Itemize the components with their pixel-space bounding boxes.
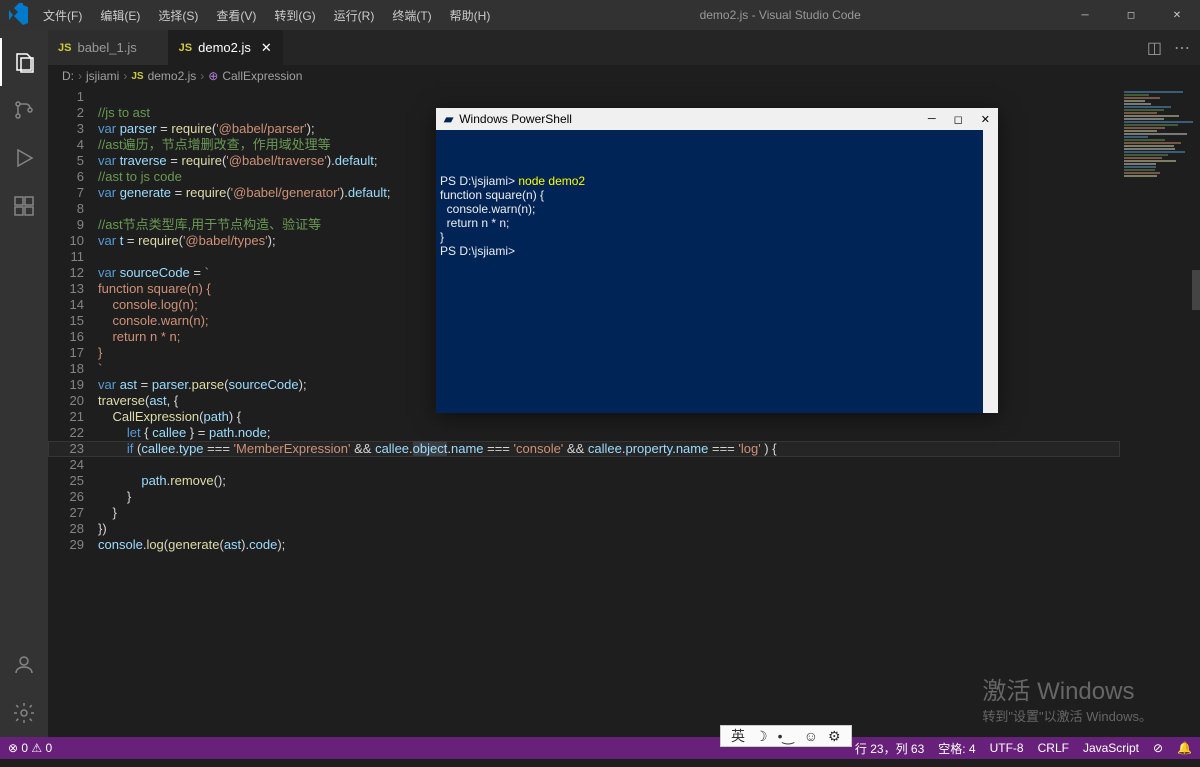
ime-item[interactable]: •‿: [778, 728, 794, 745]
activity-bar: [0, 30, 48, 737]
account-icon[interactable]: [0, 641, 48, 689]
source-control-icon[interactable]: [0, 86, 48, 134]
menu-item[interactable]: 编辑(E): [92, 3, 148, 28]
status-item[interactable]: ⊘: [1153, 741, 1163, 755]
vscode-logo-icon: [0, 3, 35, 27]
run-debug-icon[interactable]: [0, 134, 48, 182]
menu-item[interactable]: 终端(T): [384, 3, 439, 28]
menu-item[interactable]: 选择(S): [150, 3, 206, 28]
status-item[interactable]: JavaScript: [1083, 741, 1139, 755]
minimap[interactable]: [1120, 87, 1200, 737]
line-numbers: 1234567891011121314151617181920212223242…: [48, 87, 98, 737]
more-actions-icon[interactable]: ⋯: [1174, 38, 1190, 58]
status-problems[interactable]: ⊗ 0 ⚠ 0: [8, 741, 52, 755]
status-item[interactable]: 空格: 4: [938, 740, 975, 757]
breadcrumb-item[interactable]: jsjiami: [86, 69, 119, 83]
breadcrumbs[interactable]: D:›jsjiami›JS demo2.js›⊕ CallExpression: [48, 65, 1200, 87]
menu-item[interactable]: 转到(G): [266, 3, 323, 28]
js-file-icon: JS: [179, 42, 192, 54]
ime-item[interactable]: 英: [731, 726, 745, 746]
ps-minimize-button[interactable]: ─: [928, 113, 936, 126]
extensions-icon[interactable]: [0, 182, 48, 230]
status-item[interactable]: UTF-8: [990, 741, 1024, 755]
tab-close-icon[interactable]: ✕: [261, 40, 272, 56]
ime-item[interactable]: ☺: [804, 728, 818, 744]
minimize-button[interactable]: ─: [1062, 0, 1108, 30]
status-item[interactable]: CRLF: [1038, 741, 1069, 755]
settings-gear-icon[interactable]: [0, 689, 48, 737]
scrollbar-thumb[interactable]: [983, 130, 998, 148]
status-bar: ⊗ 0 ⚠ 0 行 23，列 63 空格: 4 UTF-8 CRLF JavaScrip…: [0, 737, 1200, 759]
breadcrumb-item[interactable]: demo2.js: [148, 69, 197, 83]
ime-item[interactable]: ☽: [755, 728, 768, 745]
titlebar: 文件(F)编辑(E)选择(S)查看(V)转到(G)运行(R)终端(T)帮助(H)…: [0, 0, 1200, 30]
editor-tab[interactable]: JS demo2.js ✕: [169, 30, 283, 65]
editor-tabs: JS babel_1.js ✕JS demo2.js ✕ ◫ ⋯: [48, 30, 1200, 65]
ime-toolbar[interactable]: 英 ☽ •‿ ☺ ⚙: [720, 725, 852, 747]
powershell-title: Windows PowerShell: [459, 112, 572, 126]
powershell-terminal[interactable]: PS D:\jsjiami> node demo2function square…: [436, 130, 998, 413]
ps-maximize-button[interactable]: ◻: [954, 113, 963, 126]
breadcrumb-item[interactable]: D:: [62, 69, 74, 83]
window-title: demo2.js - Visual Studio Code: [498, 8, 1062, 22]
ps-close-button[interactable]: ✕: [981, 113, 990, 126]
tab-label: babel_1.js: [77, 40, 136, 55]
editor-tab[interactable]: JSbabel_1.js✕: [48, 30, 169, 65]
files-icon[interactable]: [0, 38, 48, 86]
js-file-icon: JS: [58, 42, 71, 54]
powershell-titlebar[interactable]: ▰ Windows PowerShell ─ ◻ ✕: [436, 108, 998, 130]
menu-item[interactable]: 运行(R): [326, 3, 383, 28]
breadcrumb-item[interactable]: CallExpression: [222, 69, 302, 83]
ime-item[interactable]: ⚙: [828, 728, 841, 745]
menu-item[interactable]: 查看(V): [208, 3, 264, 28]
menu-item[interactable]: 帮助(H): [442, 3, 499, 28]
tab-label: demo2.js: [198, 40, 251, 55]
side-decoration: [1192, 270, 1200, 310]
maximize-button[interactable]: ◻: [1108, 0, 1154, 30]
powershell-icon: ▰: [444, 112, 453, 126]
powershell-window[interactable]: ▰ Windows PowerShell ─ ◻ ✕ PS D:\jsjiami…: [436, 108, 998, 413]
menu-bar: 文件(F)编辑(E)选择(S)查看(V)转到(G)运行(R)终端(T)帮助(H): [35, 3, 498, 28]
menu-item[interactable]: 文件(F): [35, 3, 90, 28]
status-item[interactable]: 行 23，列 63: [855, 740, 924, 757]
close-button[interactable]: ✕: [1154, 0, 1200, 30]
windows-activation-watermark: 激活 Windows 转到"设置"以激活 Windows。: [982, 671, 1152, 725]
status-item[interactable]: 🔔: [1177, 741, 1192, 755]
split-editor-icon[interactable]: ◫: [1147, 38, 1162, 58]
